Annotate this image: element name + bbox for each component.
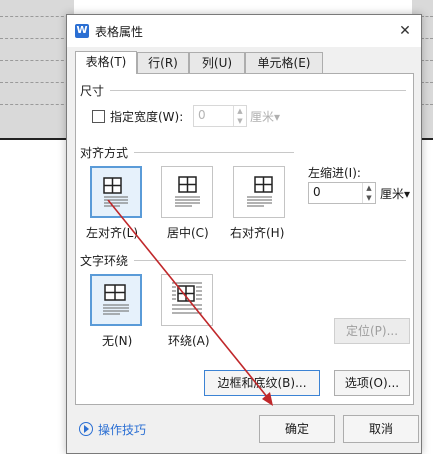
- help-tips-label: 操作技巧: [98, 423, 147, 437]
- document-table-left: [0, 0, 74, 140]
- width-value: 0: [198, 108, 206, 122]
- tab-cell[interactable]: 单元格(E): [245, 52, 323, 73]
- table-properties-dialog: W 表格属性 ✕ 表格(T) 行(R) 列(U) 单元格(E) 尺寸 指定宽度(…: [66, 14, 422, 454]
- size-section-label: 尺寸: [80, 84, 105, 98]
- position-button: 定位(P)...: [334, 318, 410, 344]
- divider: [110, 90, 406, 91]
- tab-row[interactable]: 行(R): [137, 52, 189, 73]
- close-button[interactable]: ✕: [393, 19, 417, 43]
- align-left-option[interactable]: [90, 166, 142, 218]
- borders-shading-button[interactable]: 边框和底纹(B)...: [204, 370, 320, 396]
- align-left-icon: [103, 177, 128, 207]
- specify-width-checkbox[interactable]: [92, 110, 105, 123]
- ok-button[interactable]: 确定: [259, 415, 335, 443]
- width-unit-select: 厘米▾: [250, 110, 281, 124]
- dialog-title: 表格属性: [95, 25, 144, 39]
- specify-width-label: 指定宽度(W):: [110, 110, 184, 124]
- wrap-around-icon: [172, 282, 202, 314]
- align-right-label: 右对齐(H): [230, 226, 285, 240]
- left-indent-stepper[interactable]: 0 ▲ ▼: [308, 182, 376, 204]
- left-indent-value: 0: [313, 185, 321, 199]
- align-right-option[interactable]: [233, 166, 285, 218]
- wrap-around-label: 环绕(A): [168, 334, 210, 348]
- align-center-label: 居中(C): [167, 226, 209, 240]
- cancel-button[interactable]: 取消: [343, 415, 419, 443]
- title-bar: W 表格属性 ✕: [67, 15, 421, 47]
- wrap-none-option[interactable]: [90, 274, 142, 326]
- left-indent-label: 左缩进(I):: [308, 166, 361, 180]
- divider: [134, 260, 406, 261]
- align-right-icon: [247, 176, 273, 207]
- wps-writer-icon: W: [75, 24, 89, 38]
- divider: [134, 152, 294, 153]
- tab-table[interactable]: 表格(T): [75, 51, 137, 74]
- alignment-section-label: 对齐方式: [80, 146, 129, 160]
- tab-column[interactable]: 列(U): [189, 52, 245, 73]
- help-tips-link[interactable]: 操作技巧: [79, 421, 146, 438]
- wrap-none-label: 无(N): [102, 334, 133, 348]
- wrap-around-option[interactable]: [161, 274, 213, 326]
- play-icon: [79, 422, 93, 436]
- left-indent-unit-select[interactable]: 厘米▾: [380, 185, 410, 202]
- align-center-icon: [175, 176, 200, 207]
- stepper-arrows-icon: ▲ ▼: [233, 106, 246, 126]
- text-wrapping-section-label: 文字环绕: [80, 254, 129, 268]
- stepper-arrows-icon[interactable]: ▲ ▼: [362, 183, 375, 203]
- table-tab-panel: 尺寸 指定宽度(W): 0 ▲ ▼ 厘米▾ 对齐方式 左对齐(L) 居中(C) …: [75, 73, 414, 405]
- options-button[interactable]: 选项(O)...: [334, 370, 410, 396]
- align-left-label: 左对齐(L): [86, 226, 139, 240]
- width-stepper: 0 ▲ ▼: [193, 105, 247, 127]
- wrap-none-icon: [103, 284, 129, 315]
- align-center-option[interactable]: [161, 166, 213, 218]
